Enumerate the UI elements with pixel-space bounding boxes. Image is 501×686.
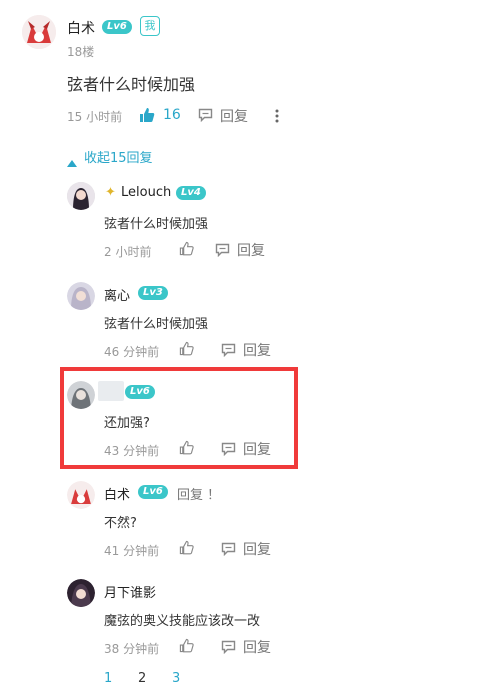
username[interactable]: 白术 bbox=[67, 18, 95, 38]
reply-button[interactable]: 回复 bbox=[221, 637, 276, 657]
reply-content: 不然? bbox=[104, 516, 137, 531]
thumbs-up-outline-icon[interactable] bbox=[179, 638, 194, 657]
blurred-username bbox=[98, 381, 124, 401]
reply-content: 还加强? bbox=[104, 416, 150, 431]
caret-up-icon bbox=[67, 152, 77, 171]
reply-item: Lv6 还加强? 43 分钟前 回复 bbox=[0, 381, 501, 481]
user-avatar[interactable] bbox=[67, 381, 95, 409]
reply-label: 回复 bbox=[243, 542, 271, 558]
comment-icon bbox=[221, 541, 236, 560]
comment-time: 15 小时前 bbox=[67, 110, 123, 124]
comment-icon bbox=[215, 242, 230, 261]
self-tag: 我 bbox=[140, 16, 160, 36]
reply-item: ✦ Lelouch Lv4 弦者什么时候加强 2 小时前 回复 bbox=[0, 182, 501, 282]
page-3-link[interactable]: 3 bbox=[172, 671, 180, 686]
reply-button[interactable]: 回复 bbox=[221, 539, 276, 559]
reply-content: 魔弦的奥义技能应该改一改 bbox=[104, 614, 261, 629]
comment-icon bbox=[221, 342, 236, 361]
comment-icon bbox=[198, 108, 213, 122]
level-badge: Lv6 bbox=[102, 20, 132, 34]
user-avatar[interactable] bbox=[67, 282, 95, 310]
thumbs-up-outline-icon[interactable] bbox=[179, 241, 194, 260]
username[interactable]: 离心 bbox=[104, 285, 130, 304]
thumbs-up-icon bbox=[139, 107, 155, 123]
thumbs-up-outline-icon[interactable] bbox=[179, 341, 194, 360]
reply-label: 回复 bbox=[237, 243, 265, 259]
page-1-link[interactable]: 1 bbox=[104, 671, 112, 686]
username[interactable]: 白术 bbox=[104, 484, 130, 503]
comment-content: 弦者什么时候加强 bbox=[67, 75, 196, 94]
reply-time: 38 分钟前 bbox=[104, 642, 160, 656]
comment-icon bbox=[221, 441, 236, 460]
thumbs-up-outline-icon[interactable] bbox=[179, 440, 194, 459]
user-avatar[interactable] bbox=[67, 481, 95, 509]
more-vertical-icon[interactable] bbox=[274, 108, 280, 124]
thumbs-up-outline-icon[interactable] bbox=[179, 540, 194, 559]
reply-button[interactable]: 回复 bbox=[221, 439, 276, 459]
level-badge: Lv6 bbox=[125, 385, 155, 399]
reply-label: 回复 bbox=[243, 343, 271, 359]
reply-button[interactable]: 回复 bbox=[215, 240, 270, 260]
reply-time: 41 分钟前 bbox=[104, 544, 160, 558]
reply-label: 回复 bbox=[243, 442, 271, 458]
floor-number: 18楼 bbox=[67, 45, 95, 59]
reply-button[interactable]: 回复 bbox=[221, 340, 276, 360]
comment-icon bbox=[221, 639, 236, 658]
reply-time: 43 分钟前 bbox=[104, 444, 160, 458]
reply-content: 弦者什么时候加强 bbox=[104, 317, 209, 332]
like-count: 16 bbox=[163, 107, 181, 123]
collapse-label: 收起15回复 bbox=[84, 151, 153, 166]
reply-item: 月下谁影 魔弦的奥义技能应该改一改 38 分钟前 回复 bbox=[0, 579, 501, 679]
reply-label: 回复 bbox=[243, 640, 271, 656]
page-2-current[interactable]: 2 bbox=[138, 671, 146, 686]
reply-button[interactable]: 回复 bbox=[198, 106, 258, 126]
user-avatar[interactable] bbox=[67, 182, 95, 210]
star-icon: ✦ bbox=[105, 185, 116, 200]
reply-label: 回复 bbox=[220, 109, 248, 125]
user-avatar[interactable] bbox=[67, 579, 95, 607]
level-badge: Lv3 bbox=[138, 286, 168, 300]
reply-mention: 回复 ！ bbox=[177, 488, 221, 503]
username[interactable]: 月下谁影 bbox=[104, 582, 156, 601]
reply-time: 2 小时前 bbox=[104, 245, 152, 259]
reply-content: 弦者什么时候加强 bbox=[104, 217, 209, 232]
user-avatar[interactable] bbox=[22, 15, 56, 49]
level-badge: Lv4 bbox=[176, 186, 206, 200]
reply-time: 46 分钟前 bbox=[104, 345, 160, 359]
username[interactable]: Lelouch bbox=[121, 185, 171, 200]
reply-item: 白术 Lv6 回复 ！ 不然? 41 分钟前 回复 bbox=[0, 481, 501, 581]
level-badge: Lv6 bbox=[138, 485, 168, 499]
pagination: 1 2 3 bbox=[0, 671, 501, 686]
